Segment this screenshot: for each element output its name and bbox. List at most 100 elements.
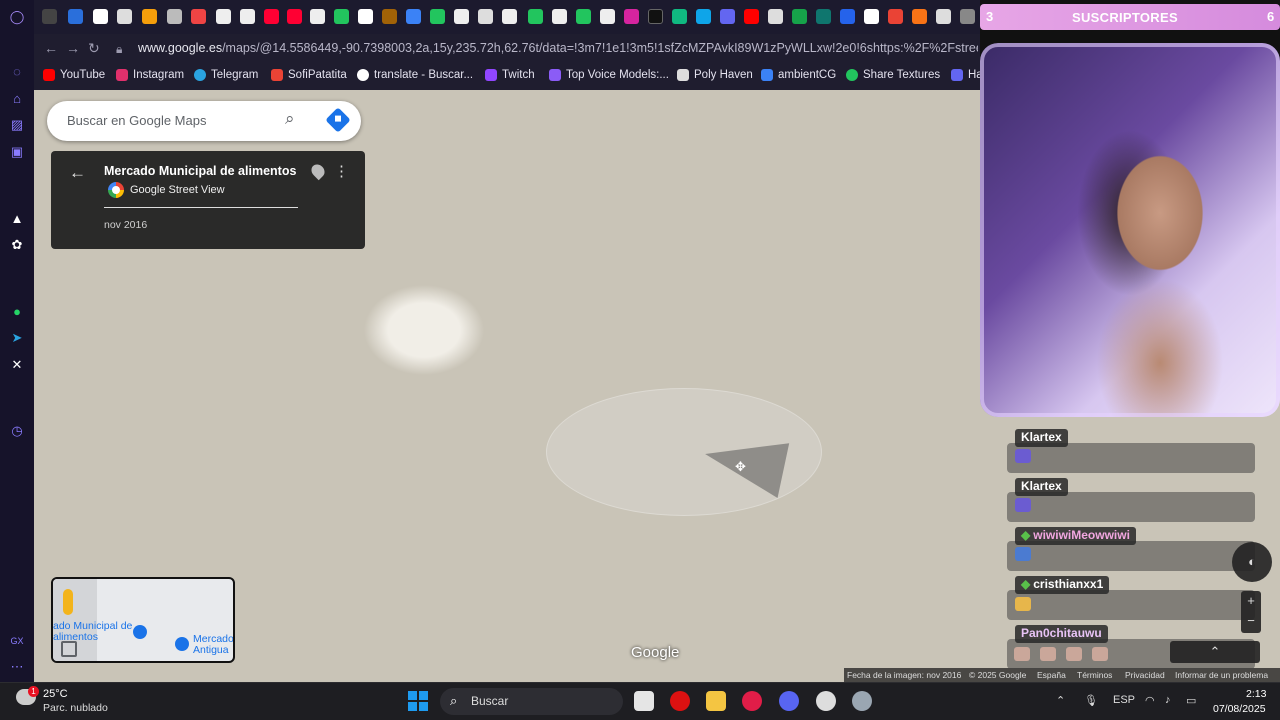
bookmark-ambientcg[interactable]: ambientCG — [761, 69, 836, 81]
discord-icon[interactable] — [779, 691, 799, 711]
search-icon[interactable]: ⌕ — [285, 109, 295, 129]
tab-icon[interactable] — [191, 9, 206, 24]
battery-icon[interactable]: ▭ — [1186, 694, 1196, 707]
tab-icon[interactable] — [552, 9, 567, 24]
chatgpt-sidebar-icon[interactable]: ✿ — [8, 236, 26, 254]
app-icon[interactable] — [670, 691, 690, 711]
opera-logo-icon[interactable]: ◯ — [8, 8, 26, 26]
gx-sidebar-icon[interactable]: GX — [8, 632, 26, 650]
tab-icon[interactable] — [936, 9, 951, 24]
back-arrow-icon[interactable]: ← — [69, 163, 86, 183]
tab-icon[interactable] — [240, 9, 255, 24]
bookmark-telegram[interactable]: Telegram — [194, 69, 258, 81]
obs-icon[interactable] — [816, 691, 836, 711]
bookmark-poly-haven[interactable]: Poly Haven — [677, 69, 753, 81]
reload-icon[interactable]: ↻ — [88, 40, 100, 57]
bookmark-twitch[interactable]: Twitch — [485, 69, 535, 81]
taskbar-search[interactable]: ⌕ Buscar — [440, 688, 623, 715]
opera-gx-icon[interactable] — [742, 691, 762, 711]
tab-icon[interactable] — [720, 9, 735, 24]
tab-icon[interactable] — [502, 9, 517, 24]
tab-icon[interactable] — [648, 9, 663, 24]
whatsapp-sidebar-icon[interactable]: ● — [8, 302, 26, 320]
bookmark-top-voice-models[interactable]: Top Voice Models:... — [549, 69, 669, 81]
pegman-icon[interactable] — [63, 589, 73, 615]
tab-icon[interactable] — [117, 9, 132, 24]
tab-icon[interactable] — [478, 9, 493, 24]
tab-icon[interactable] — [696, 9, 711, 24]
photo-strip-toggle[interactable]: ⌃ — [1170, 641, 1260, 663]
file-explorer-icon[interactable] — [706, 691, 726, 711]
bookmark-share-textures[interactable]: Share Textures — [846, 69, 940, 81]
tab-icon[interactable] — [792, 9, 807, 24]
capture-date[interactable]: nov 2016 — [104, 219, 147, 231]
telegram-sidebar-icon[interactable]: ➤ — [8, 329, 26, 347]
location-pin-icon[interactable] — [308, 161, 328, 181]
start-button[interactable] — [408, 691, 428, 711]
tab-icon[interactable] — [142, 9, 157, 24]
language-indicator[interactable]: ESP — [1113, 694, 1135, 706]
zoom-control[interactable]: + − — [1241, 591, 1261, 633]
tab-icon[interactable] — [960, 9, 975, 24]
tab-icon[interactable] — [406, 9, 421, 24]
tab-icon[interactable] — [264, 9, 279, 24]
tab-icon[interactable] — [864, 9, 879, 24]
twitch-sidebar-icon[interactable]: ▨ — [8, 116, 26, 134]
bookmark-translate[interactable]: translate - Buscar... — [357, 69, 473, 81]
zoom-out-icon[interactable]: − — [1241, 611, 1261, 631]
tab-icon[interactable] — [840, 9, 855, 24]
tab-icon[interactable] — [68, 9, 83, 24]
privacy-link[interactable]: Privacidad — [1125, 670, 1165, 680]
tab-icon[interactable] — [816, 9, 831, 24]
bookmark-sofipatatita[interactable]: SofiPatatita — [271, 69, 347, 81]
country-link[interactable]: España — [1037, 670, 1066, 680]
weather-desc[interactable]: Parc. nublado — [43, 702, 108, 714]
tab-icon[interactable] — [42, 9, 57, 24]
tab-icon[interactable] — [600, 9, 615, 24]
tray-chevron-icon[interactable]: ⌃ — [1056, 694, 1065, 707]
clock-time[interactable]: 2:13 — [1246, 688, 1266, 700]
tab-icon[interactable] — [287, 9, 302, 24]
tab-icon[interactable] — [430, 9, 445, 24]
navigation-cursor[interactable]: ✥ — [546, 388, 822, 516]
report-link[interactable]: Informar de un problema — [1175, 670, 1268, 680]
forward-icon[interactable]: → — [66, 40, 80, 56]
tab-icon[interactable] — [672, 9, 687, 24]
tab-icon[interactable] — [93, 9, 108, 24]
bookmark-youtube[interactable]: YouTube — [43, 69, 105, 81]
chevron-up-icon[interactable]: ⌃ — [1210, 644, 1221, 659]
tab-icon[interactable] — [912, 9, 927, 24]
tab-icon[interactable] — [888, 9, 903, 24]
tab-icon[interactable] — [528, 9, 543, 24]
maps-search-box[interactable]: Buscar en Google Maps ⌕ — [47, 101, 361, 141]
tab-icon[interactable] — [768, 9, 783, 24]
volume-icon[interactable]: ♪ — [1165, 694, 1171, 706]
wifi-icon[interactable]: ◠ — [1145, 694, 1155, 707]
microphone-icon[interactable]: 🎙︎ — [1084, 694, 1098, 707]
minimap[interactable]: ado Municipal de alimentos Mercado Antig… — [51, 577, 235, 663]
mail-sidebar-icon[interactable]: ▣ — [8, 143, 26, 161]
market-poi-icon[interactable] — [175, 637, 189, 651]
speed-dial-icon[interactable]: ◌ — [8, 62, 26, 80]
tab-icon[interactable] — [358, 9, 373, 24]
tab-icon[interactable] — [624, 9, 639, 24]
more-sidebar-icon[interactable]: ⋯ — [8, 658, 26, 676]
arc-sidebar-icon[interactable]: ▲ — [8, 209, 26, 227]
x-sidebar-icon[interactable]: ✕ — [8, 356, 26, 374]
directions-icon[interactable] — [325, 107, 351, 133]
tab-icon-active[interactable] — [744, 9, 759, 24]
task-view-icon[interactable] — [634, 691, 654, 711]
tab-icon[interactable] — [167, 9, 182, 24]
tab-icon[interactable] — [216, 9, 231, 24]
weather-temp[interactable]: 25°C — [43, 688, 68, 700]
terms-link[interactable]: Términos — [1077, 670, 1112, 680]
history-sidebar-icon[interactable]: ◷ — [8, 422, 26, 440]
clock-date[interactable]: 07/08/2025 — [1213, 703, 1266, 715]
tab-icon[interactable] — [310, 9, 325, 24]
aria-icon[interactable]: ⌂ — [8, 89, 26, 107]
zoom-in-icon[interactable]: + — [1241, 591, 1261, 611]
compass-icon[interactable]: ◐ — [1232, 542, 1272, 582]
back-icon[interactable]: ← — [44, 40, 58, 56]
tab-icon[interactable] — [576, 9, 591, 24]
more-vert-icon[interactable]: ⋮ — [334, 162, 349, 180]
